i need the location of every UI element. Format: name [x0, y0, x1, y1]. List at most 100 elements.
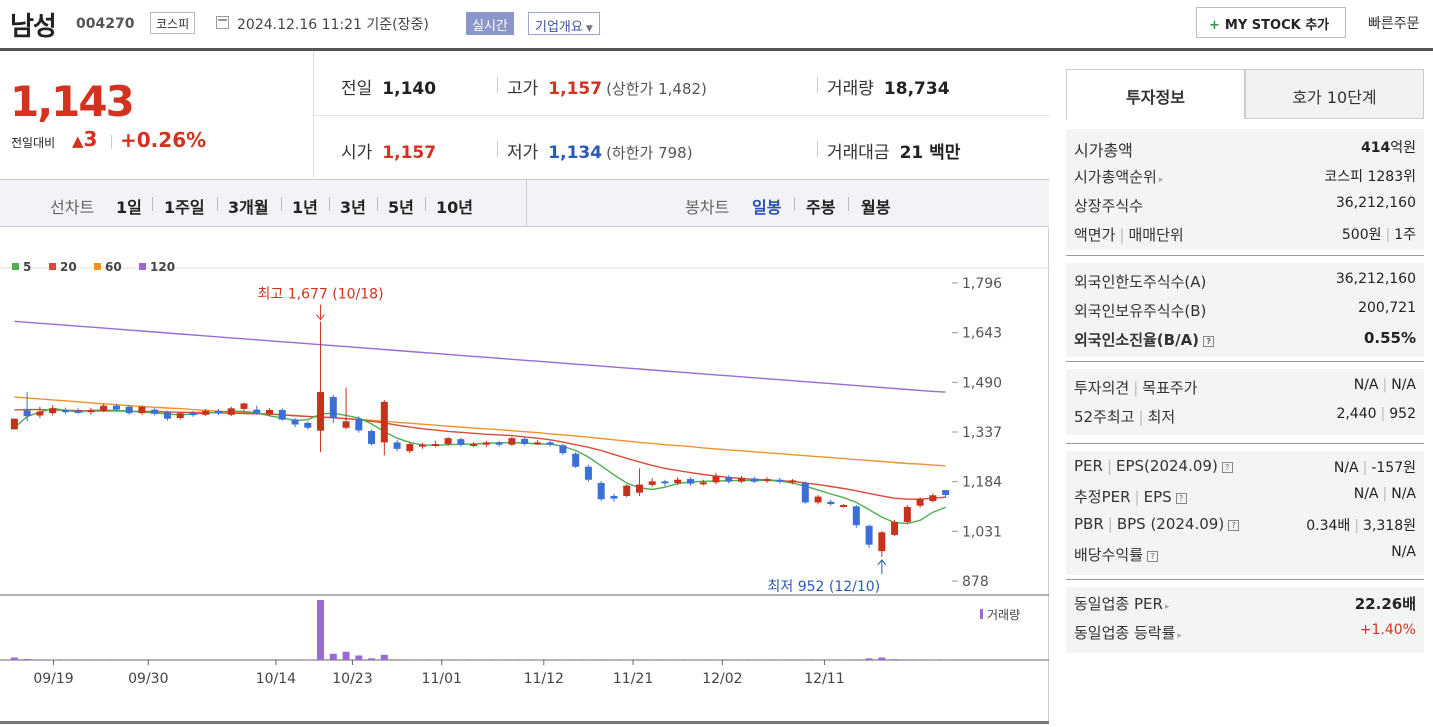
section-divider	[1066, 579, 1424, 580]
x-tick-label: 12/11	[804, 671, 844, 687]
divider	[817, 141, 818, 157]
calendar-icon	[216, 16, 229, 29]
candle-body	[559, 445, 567, 454]
candle-body	[661, 481, 669, 484]
row-value: 22.26배	[1354, 595, 1416, 613]
eps-label: EPS(2024.09)	[1116, 457, 1218, 475]
info-tabs: 투자정보 호가 10단계	[1066, 69, 1424, 119]
candle-body	[891, 521, 899, 535]
tab-invest-info[interactable]: 투자정보	[1066, 69, 1245, 119]
candle-body	[572, 453, 580, 467]
period-1y[interactable]: 1년	[292, 194, 318, 218]
period-1w[interactable]: 1주일	[164, 194, 205, 218]
row-label: 액면가 | 매매단위	[1074, 224, 1184, 245]
target-value: N/A	[1391, 377, 1416, 393]
row-dividend: 배당수익률? N/A	[1074, 542, 1416, 568]
divider	[152, 197, 153, 211]
divider	[217, 197, 218, 211]
row-foreign-limit: 외국인한도주식수(A) 36,212,160	[1074, 269, 1416, 295]
stat-value: 21 백만	[899, 143, 961, 163]
line-chart-label: 선차트	[50, 198, 95, 217]
period-10y[interactable]: 10년	[436, 194, 473, 218]
divider: |	[1362, 460, 1368, 476]
period-5y[interactable]: 5년	[388, 194, 414, 218]
help-icon[interactable]: ?	[1175, 493, 1187, 504]
y-tick-label: 1,796	[962, 276, 1002, 292]
help-icon[interactable]: ?	[1228, 520, 1240, 531]
candle-body	[431, 444, 439, 447]
price-chart-area[interactable]: 5 20 60 120 1,796 1,643 1,490 1,337 1,184 1,031 87…	[0, 228, 1049, 723]
quick-order-link[interactable]: 빠른주문	[1368, 13, 1420, 33]
row-label: 외국인소진율(B/A)?	[1074, 329, 1215, 350]
candle-body	[699, 482, 707, 485]
period-3m[interactable]: 3개월	[228, 194, 269, 218]
candle-body	[546, 442, 554, 445]
ma120-line	[14, 320, 946, 393]
candle-body	[610, 495, 618, 499]
candle-body	[444, 438, 452, 445]
stat-value: 1,140	[382, 79, 437, 99]
add-mystock-button[interactable]: + MY STOCK 추가	[1196, 7, 1346, 38]
row-label: 투자의견 | 목표주가	[1074, 377, 1197, 398]
info-section-foreign: 외국인한도주식수(A) 36,212,160 외국인보유주식수(B) 200,721…	[1066, 263, 1424, 357]
candle-body	[202, 410, 210, 415]
x-tick-label: 11/21	[613, 671, 653, 687]
corp-overview-label: 기업개요	[535, 20, 583, 35]
candle-body	[266, 409, 274, 415]
realtime-badge[interactable]: 실시간	[466, 12, 514, 35]
pbr-value: 0.34배	[1306, 518, 1351, 534]
up-triangle-icon: ▲	[72, 132, 84, 150]
industry-change-label: 동일업종 등락률	[1074, 624, 1176, 642]
legend-label: 120	[150, 260, 175, 274]
chart-bottom-line	[0, 721, 1049, 724]
corp-overview-dropdown[interactable]: 기업개요 ▼	[528, 12, 600, 35]
rank-label: 시가총액순위	[1074, 168, 1157, 186]
x-tick-label: 09/30	[128, 671, 168, 687]
candlestick-chart[interactable]: 5 20 60 120 1,796 1,643 1,490 1,337 1,184 1,031 87…	[0, 228, 1049, 723]
candle-weekly[interactable]: 주봉	[806, 194, 835, 218]
help-icon[interactable]: ?	[1147, 551, 1159, 562]
market-cap-value: 414	[1361, 140, 1391, 156]
row-industry-change[interactable]: 동일업종 등락률 ▸ +1.40%	[1074, 620, 1416, 646]
help-icon[interactable]: ?	[1203, 336, 1215, 347]
row-rank[interactable]: 시가총액순위 ▸ 코스피 1283위	[1074, 164, 1416, 190]
row-label: 52주최고 | 최저	[1074, 406, 1175, 427]
ma5-line	[13, 407, 946, 525]
candle-body	[533, 442, 541, 445]
period-1d[interactable]: 1일	[116, 194, 142, 218]
candle-body	[87, 409, 95, 413]
divider: |	[1106, 457, 1113, 475]
row-value: 2,440 | 952	[1336, 406, 1416, 422]
row-label: 시가총액	[1074, 141, 1133, 160]
tab-orderbook[interactable]: 호가 10단계	[1245, 69, 1424, 119]
chevron-down-icon: ▼	[585, 24, 593, 34]
row-label: 배당수익률?	[1074, 544, 1159, 565]
help-icon[interactable]: ?	[1221, 462, 1233, 473]
candle-monthly[interactable]: 월봉	[861, 194, 890, 218]
legend-swatch	[12, 263, 19, 270]
stat-label: 거래대금	[827, 143, 890, 163]
stock-name: 남성	[10, 12, 57, 42]
candle-body	[597, 482, 605, 500]
stock-header: 남성 004270 코스피 2024.12.16 11:21 기준(장중) 실시…	[0, 0, 1433, 46]
volume-bar	[865, 658, 873, 660]
opinion-label: 투자의견	[1074, 379, 1130, 397]
stock-code: 004270	[76, 16, 135, 32]
volume-bar	[878, 657, 886, 660]
candle-body	[470, 444, 478, 447]
row-industry-per[interactable]: 동일업종 PER ▸ 22.26배	[1074, 591, 1416, 617]
candle-body	[789, 480, 797, 483]
candle-body	[214, 410, 222, 414]
volume-bar	[380, 654, 388, 660]
target-label: 목표주가	[1142, 379, 1198, 397]
est-per-label: 추정PER	[1074, 488, 1131, 506]
y-tick-label: 1,031	[962, 524, 1002, 540]
row-foreign-ratio: 외국인소진율(B/A)? 0.55%	[1074, 327, 1416, 353]
volume-bar	[852, 659, 860, 660]
legend-swatch	[139, 263, 146, 270]
row-value: 500원 | 1주	[1342, 224, 1416, 244]
candle-body	[457, 439, 465, 445]
period-3y[interactable]: 3년	[340, 194, 366, 218]
legend-swatch	[49, 263, 56, 270]
candle-daily[interactable]: 일봉	[752, 194, 781, 218]
